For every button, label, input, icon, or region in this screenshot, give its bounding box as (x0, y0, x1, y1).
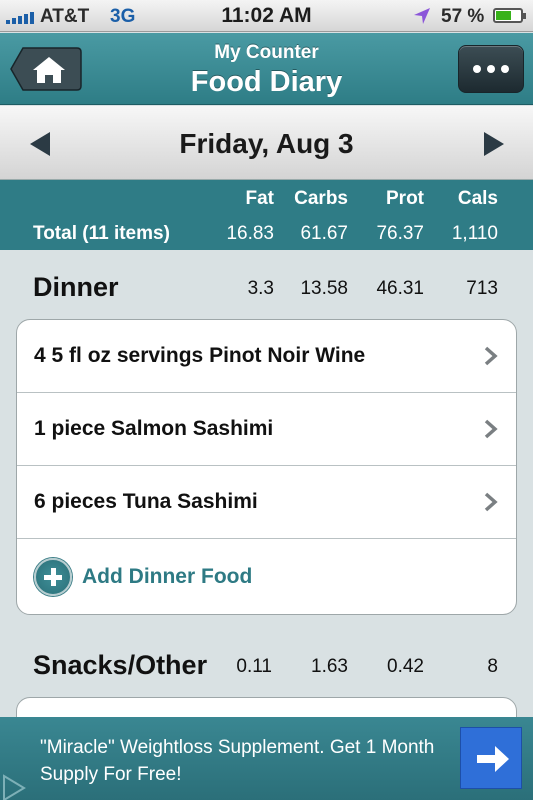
add-food-label: Add Dinner Food (82, 564, 253, 588)
right-arrow-icon (477, 746, 509, 772)
meal-cals: 713 (466, 278, 498, 299)
food-item-label: 6 pieces Tuna Sashimi (34, 490, 258, 513)
nav-subtitle: My Counter (214, 42, 319, 63)
meal-header-snacks: Snacks/Other 0.11 1.63 0.42 8 (0, 636, 533, 696)
list-item[interactable]: 6 pieces Tuna Sashimi (17, 466, 516, 539)
ad-go-button[interactable] (460, 727, 522, 789)
meal-cals: 8 (487, 656, 498, 677)
meal-fat: 0.11 (236, 656, 272, 677)
header-cals: Cals (457, 188, 498, 209)
header-prot: Prot (386, 188, 424, 209)
page-title: Food Diary (190, 66, 343, 98)
total-carbs: 61.67 (300, 223, 348, 244)
meal-header-dinner: Dinner 3.3 13.58 46.31 713 (0, 258, 533, 318)
next-day-button[interactable] (478, 130, 508, 158)
chevron-right-icon (484, 346, 498, 366)
ad-text: "Miracle" Weightloss Supplement. Get 1 M… (40, 737, 435, 785)
header-carbs: Carbs (294, 188, 348, 209)
meal-prot: 46.31 (376, 278, 424, 299)
plus-circle-icon (34, 557, 72, 596)
list-item[interactable]: 1 piece Salmon Sashimi (17, 393, 516, 466)
more-button[interactable] (458, 45, 524, 93)
totals-band: Fat Carbs Prot Cals Total (11 items) 16.… (0, 180, 533, 250)
total-cals: 1,110 (451, 223, 498, 244)
ad-banner[interactable]: "Miracle" Weightloss Supplement. Get 1 M… (0, 717, 533, 800)
meal-prot: 0.42 (387, 656, 424, 677)
add-dinner-food-button[interactable]: Add Dinner Food (17, 539, 516, 614)
chevron-right-icon (484, 492, 498, 512)
right-arrow-icon (484, 132, 504, 156)
ad-choices-icon (3, 774, 26, 800)
meal-name: Dinner (33, 272, 119, 302)
food-item-label: 1 piece Salmon Sashimi (34, 417, 274, 440)
current-date: Friday, Aug 3 (179, 128, 354, 159)
food-item-label: 4 5 fl oz servings Pinot Noir Wine (34, 344, 366, 367)
total-prot: 76.37 (376, 223, 424, 244)
ellipsis-icon (473, 65, 481, 73)
list-item[interactable]: 4 5 fl oz servings Pinot Noir Wine (17, 320, 516, 393)
total-fat: 16.83 (226, 223, 274, 244)
date-bar: Friday, Aug 3 (0, 106, 533, 180)
meal-name: Snacks/Other (33, 650, 208, 680)
header-fat: Fat (245, 188, 275, 209)
meal-carbs: 1.63 (311, 656, 348, 677)
location-arrow-icon (414, 8, 430, 24)
chevron-right-icon (484, 419, 498, 439)
total-label: Total (11 items) (33, 223, 170, 244)
battery-icon (493, 8, 526, 23)
nav-bar: My Counter Food Diary (0, 33, 533, 105)
battery-percent: 57 % (441, 6, 485, 27)
status-bar: AT&T 3G 11:02 AM 57 % (0, 0, 533, 32)
dinner-food-list: 4 5 fl oz servings Pinot Noir Wine 1 pie… (16, 319, 517, 615)
meal-carbs: 13.58 (300, 278, 348, 299)
meal-fat: 3.3 (247, 278, 274, 299)
